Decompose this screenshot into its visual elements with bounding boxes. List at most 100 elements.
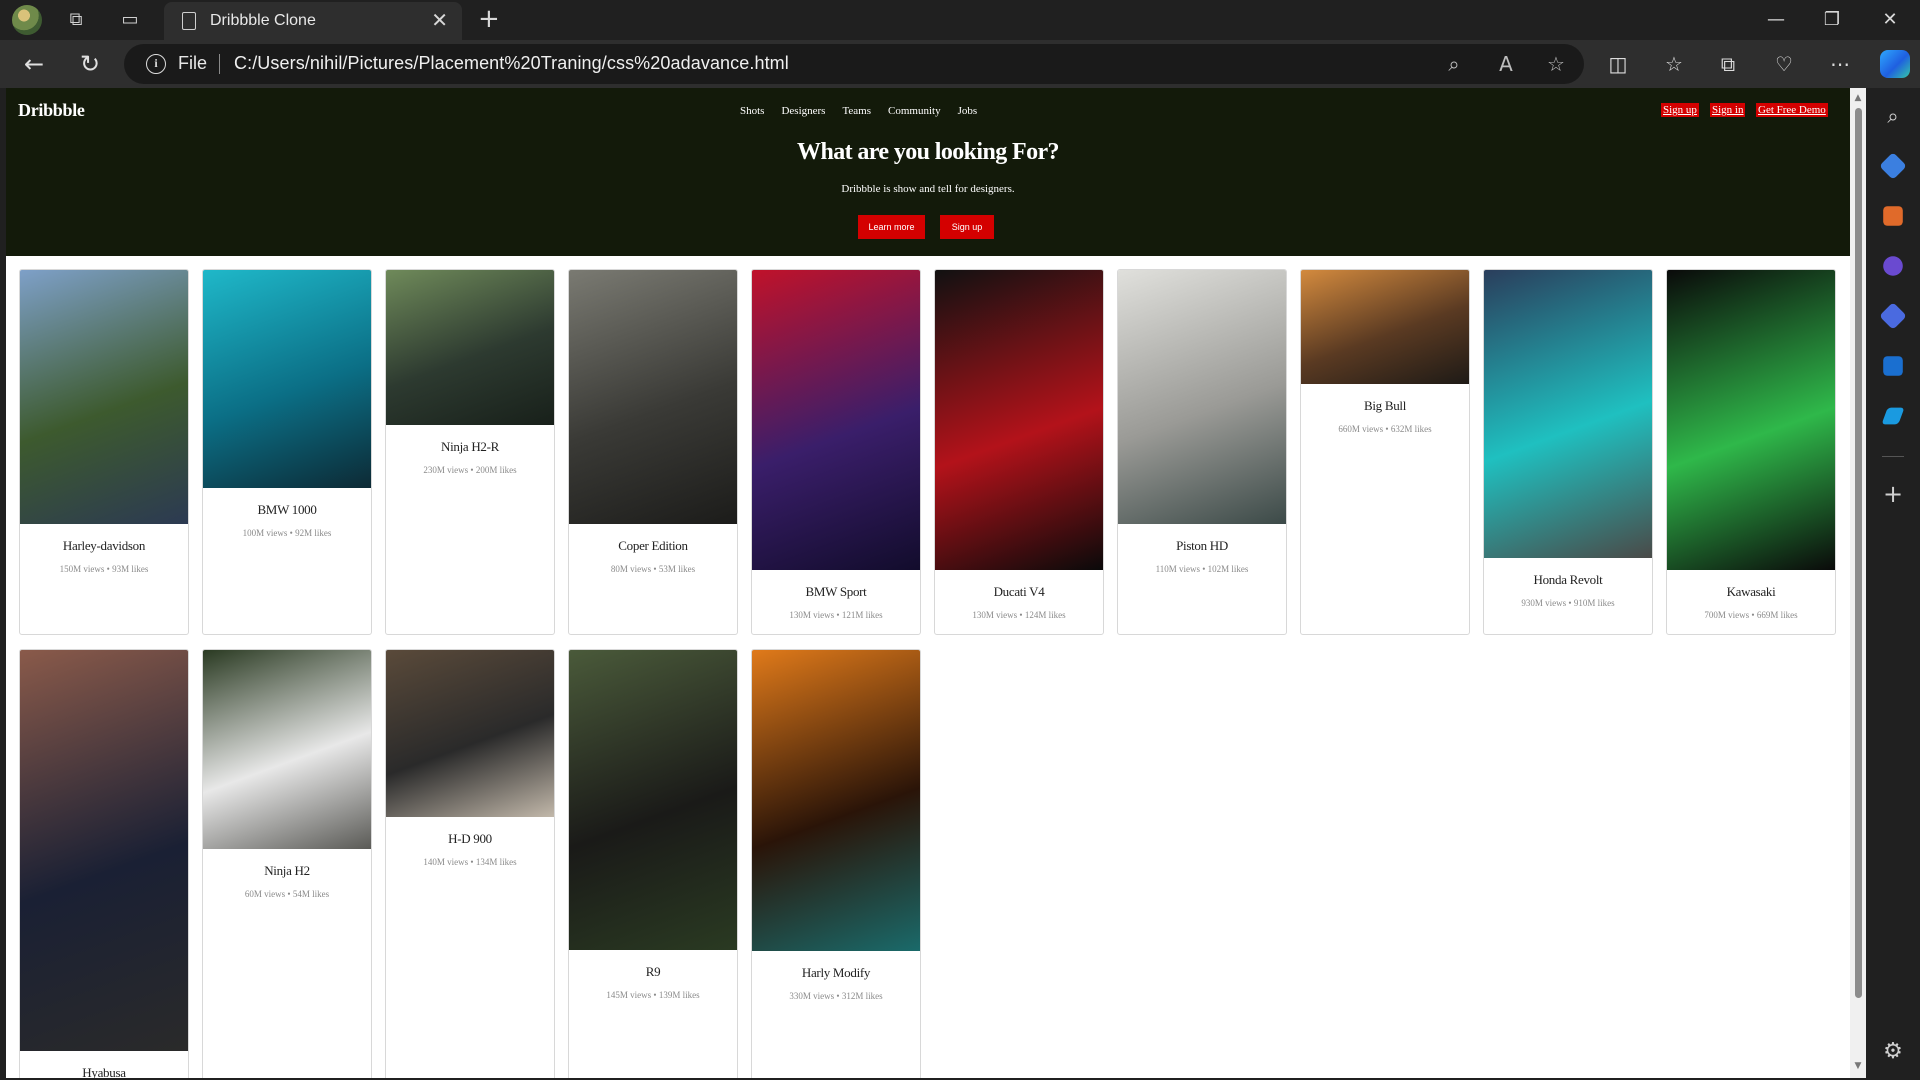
shot-card[interactable]: Ducati V4 130M views • 124M likes [934,269,1104,635]
nav-shots[interactable]: Shots [740,105,764,117]
shot-card[interactable]: BMW 1000 100M views • 92M likes [202,269,372,635]
settings-gear-icon[interactable]: ⚙ [1879,1038,1907,1066]
shot-image [203,270,371,488]
shot-title: Ninja H2 [264,863,310,878]
tab-title: Dribbble Clone [210,12,316,29]
shot-card[interactable]: R9 145M views • 139M likes [568,649,738,1078]
main-nav: Shots Designers Teams Community Jobs [740,105,977,117]
scroll-down-arrow[interactable]: ▼ [1852,1060,1864,1072]
close-window-button[interactable]: ✕ [1870,6,1910,34]
games-icon[interactable] [1883,256,1903,276]
hero-subtitle: Dribbble is show and tell for designers. [841,183,1015,195]
shot-card[interactable]: Ninja H2-R 230M views • 200M likes [385,269,555,635]
sidebar-divider [1882,456,1904,457]
shot-card[interactable]: Ninja H2 60M views • 54M likes [202,649,372,1078]
shot-stats: 60M views • 54M likes [244,889,330,899]
shot-title: Kawasaki [1726,584,1776,599]
shot-title: H-D 900 [448,831,492,846]
shot-title: Piston HD [1176,538,1228,553]
shot-stats: 80M views • 53M likes [610,564,696,574]
site-logo[interactable]: Dribbble [18,100,85,121]
browser-tabbar: ⧉ ▭ Dribbble Clone ✕ + — ❐ ✕ [0,0,1920,40]
read-aloud-icon[interactable]: A [1494,52,1518,76]
back-icon[interactable]: ← [20,50,48,78]
add-sidebar-app-icon[interactable]: + [1879,480,1907,508]
shot-card[interactable]: H-D 900 140M views • 134M likes [385,649,555,1078]
shot-title: Hyabusa [82,1065,126,1078]
shot-stats: 150M views • 93M likes [59,564,149,574]
shot-card[interactable]: Harley-davidson 150M views • 93M likes [19,269,189,635]
nav-designers[interactable]: Designers [781,105,825,117]
nav-teams[interactable]: Teams [842,105,871,117]
shot-stats: 230M views • 200M likes [423,465,517,475]
search-icon[interactable]: ⌕ [1879,102,1907,130]
tab-active[interactable]: Dribbble Clone ✕ [164,2,462,40]
shot-card[interactable]: Kawasaki 700M views • 669M likes [1666,269,1836,635]
shot-stats: 140M views • 134M likes [423,857,517,867]
header-signin-button[interactable]: Sign in [1710,103,1746,117]
send-icon[interactable] [1881,407,1905,425]
copilot-icon[interactable] [1880,50,1910,78]
restore-button[interactable]: ❐ [1812,6,1852,34]
shopping-tag-icon[interactable] [1879,152,1907,180]
shot-image [752,650,920,951]
shot-title: Big Bull [1363,398,1407,413]
page-viewport: Dribbble Shots Designers Teams Community… [6,88,1866,1078]
shot-title: BMW Sport [805,584,867,599]
shot-card[interactable]: Piston HD 110M views • 102M likes [1117,269,1287,635]
shot-image [569,650,737,950]
copilot-sidebar-icon[interactable] [1879,302,1907,330]
new-tab-button[interactable]: + [478,4,500,34]
shot-card[interactable]: Hyabusa [19,649,189,1078]
site-header: Dribbble Shots Designers Teams Community… [6,88,1850,256]
collections-icon[interactable]: ⧉ [1714,50,1742,78]
workspaces-icon[interactable]: ⧉ [64,8,88,32]
address-bar[interactable]: i File C:/Users/nihil/Pictures/Placement… [124,44,1584,84]
nav-community[interactable]: Community [888,105,941,117]
scroll-up-arrow[interactable]: ▲ [1852,92,1864,104]
shot-image [20,270,188,524]
scroll-thumb[interactable] [1855,108,1862,998]
shot-card[interactable]: BMW Sport 130M views • 121M likes [751,269,921,635]
split-screen-icon[interactable]: ◫ [1604,50,1632,78]
shot-card[interactable]: Honda Revolt 930M views • 910M likes [1483,269,1653,635]
get-free-demo-button[interactable]: Get Free Demo [1756,103,1828,117]
shot-stats: 700M views • 669M likes [1704,610,1798,620]
profile-avatar[interactable] [12,5,42,35]
shot-title: Harly Modify [801,965,871,980]
tools-icon[interactable] [1883,206,1903,226]
minimize-button[interactable]: — [1756,6,1796,34]
shot-title: Ducati V4 [993,584,1045,599]
favorites-icon[interactable]: ☆ [1660,50,1688,78]
shot-image [203,650,371,849]
shot-title: BMW 1000 [257,502,317,517]
refresh-icon[interactable]: ↻ [76,50,104,78]
shot-card[interactable]: Big Bull 660M views • 632M likes [1300,269,1470,635]
shot-image [1118,270,1286,524]
zoom-icon[interactable]: ⌕ [1442,52,1466,76]
shot-title: Honda Revolt [1533,572,1603,587]
browser-toolbar: ← ↻ i File C:/Users/nihil/Pictures/Place… [0,40,1920,88]
url-text[interactable]: C:/Users/nihil/Pictures/Placement%20Tran… [234,53,789,74]
outlook-icon[interactable] [1883,356,1903,376]
page-scrollbar[interactable]: ▲ ▼ [1850,88,1866,1078]
info-icon[interactable]: i [146,54,166,74]
more-options-icon[interactable]: ⋯ [1826,50,1854,78]
learn-more-button[interactable]: Learn more [858,215,925,239]
favorite-star-icon[interactable]: ☆ [1544,52,1568,76]
shot-title: Harley-davidson [62,538,146,553]
shot-card[interactable]: Harly Modify 330M views • 312M likes [751,649,921,1078]
browser-essentials-icon[interactable]: ♡ [1770,50,1798,78]
shot-image [386,650,554,817]
page-icon [182,12,196,30]
shot-title: Ninja H2-R [440,439,500,454]
shot-image [1301,270,1469,384]
shot-stats: 330M views • 312M likes [789,991,883,1001]
shot-stats: 130M views • 124M likes [972,610,1066,620]
nav-jobs[interactable]: Jobs [958,105,978,117]
close-tab-icon[interactable]: ✕ [431,8,448,32]
tab-actions-icon[interactable]: ▭ [118,8,142,32]
shot-card[interactable]: Coper Edition 80M views • 53M likes [568,269,738,635]
header-signup-button[interactable]: Sign up [1661,103,1699,117]
hero-signup-button[interactable]: Sign up [940,215,994,239]
